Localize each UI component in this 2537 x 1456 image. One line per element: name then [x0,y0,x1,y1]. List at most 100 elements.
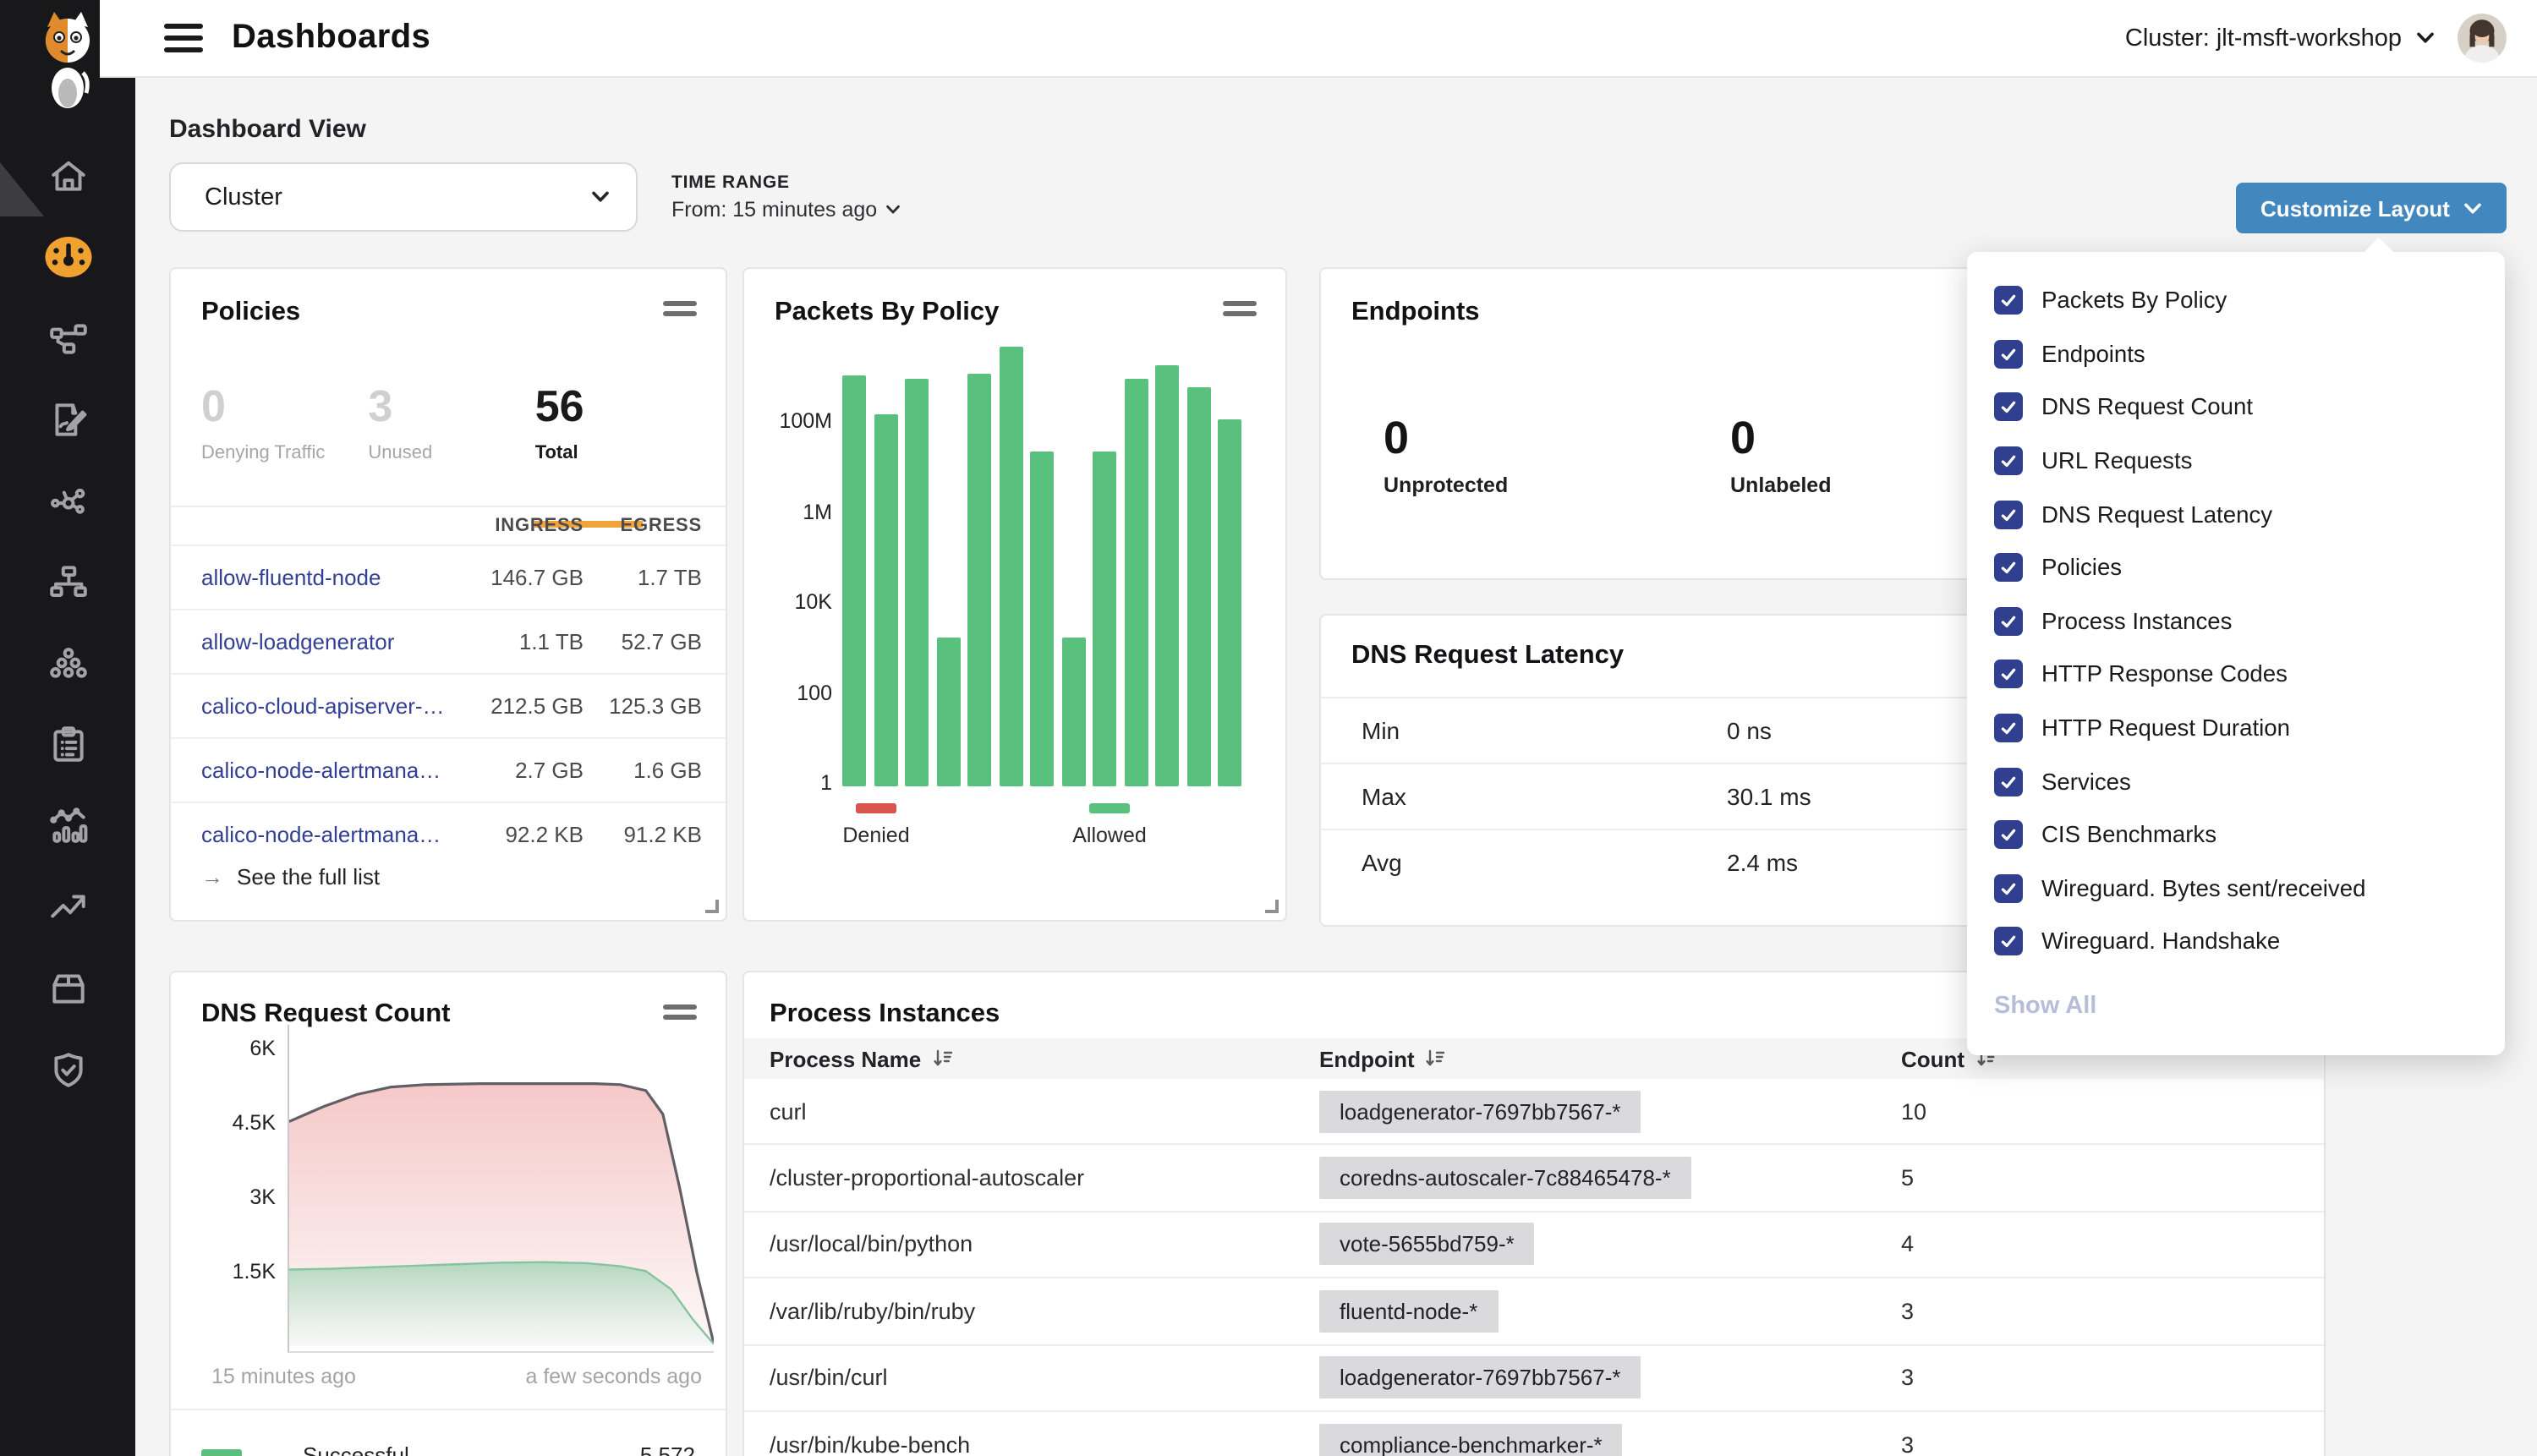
home-icon[interactable] [0,139,135,213]
show-all-link[interactable]: Show All [1994,992,2478,1019]
checkbox-checked-icon[interactable] [1994,393,2023,422]
cluster-selector[interactable]: Cluster: jlt-msft-workshop [2125,25,2434,52]
policy-table-row: calico-node-alertmana… 92.2 KB 91.2 KB [171,802,726,866]
checkbox-checked-icon[interactable] [1994,714,2023,742]
policy-link[interactable]: calico-node-alertmana… [201,822,441,847]
chevron-down-icon [2417,32,2434,44]
menu-item-label: URL Requests [2041,448,2192,473]
divider [171,1409,726,1410]
process-name: curl [770,1098,807,1124]
menu-item[interactable]: Policies [1994,541,2478,594]
policies-stats: 0 Denying Traffic 3 Unused 56 Total [201,370,702,506]
menu-item[interactable]: DNS Request Count [1994,380,2478,434]
policies-table: INGRESS EGRESS allow-fluentd-node 146.7 … [171,507,726,866]
menu-item[interactable]: Packets By Policy [1994,274,2478,327]
endpoint-chip: loadgenerator-7697bb7567-* [1319,1357,1641,1399]
menu-item[interactable]: Endpoints [1994,327,2478,380]
drag-handle-icon[interactable] [663,301,697,321]
time-range-picker[interactable]: TIME RANGE From: 15 minutes ago [671,172,899,222]
menu-item[interactable]: HTTP Request Duration [1994,702,2478,755]
policy-link[interactable]: calico-node-alertmana… [201,758,441,783]
process-count: 4 [1901,1232,1914,1257]
trend-up-icon[interactable] [0,869,135,944]
x-axis-label-start: 15 minutes ago [211,1365,356,1388]
process-table-row: /var/lib/ruby/bin/ruby fluentd-node-* 3 [744,1278,2324,1345]
network-policy-icon[interactable] [0,301,135,375]
shield-check-icon[interactable] [0,1032,135,1106]
customize-layout-button[interactable]: Customize Layout [2236,183,2507,233]
process-count: 5 [1901,1165,1914,1191]
policy-table-row: allow-fluentd-node 146.7 GB 1.7 TB [171,545,726,609]
dashboard-view-select[interactable]: Cluster [169,162,638,232]
latency-value: 2.4 ms [1727,849,1798,876]
stat-denying-traffic: 0 Denying Traffic [201,370,368,506]
menu-item[interactable]: HTTP Response Codes [1994,648,2478,701]
menu-item[interactable]: Process Instances [1994,594,2478,648]
drag-handle-icon[interactable] [1223,301,1257,321]
sort-endpoint[interactable]: Endpoint [1319,1046,1901,1071]
endpoint-chip: coredns-autoscaler-7c88465478-* [1319,1157,1691,1199]
latency-label: Min [1362,717,1400,744]
successful-count: 5,572 [640,1442,695,1456]
policy-edit-icon[interactable] [0,382,135,457]
process-name: /usr/bin/curl [770,1366,888,1391]
sort-process-name[interactable]: Process Name [744,1046,1319,1071]
checkbox-checked-icon[interactable] [1994,660,2023,689]
menu-toggle-icon[interactable] [164,24,203,52]
checkbox-checked-icon[interactable] [1994,287,2023,315]
clipboard-icon[interactable] [0,707,135,781]
molecule-icon[interactable] [0,463,135,538]
chevron-down-icon [592,191,609,203]
legend-denied: Denied [812,803,940,847]
process-card-title: Process Instances [770,999,1000,1030]
menu-item[interactable]: Wireguard. Handshake [1994,915,2478,968]
gauge-icon[interactable] [0,220,135,294]
checkbox-checked-icon[interactable] [1994,340,2023,369]
checkbox-checked-icon[interactable] [1994,554,2023,583]
process-count: 3 [1901,1431,1914,1456]
user-avatar[interactable] [2458,14,2507,63]
policy-ingress-value: 146.7 GB [448,565,584,590]
arrow-right-icon: → [201,864,223,889]
bar [874,415,897,787]
see-full-list-link[interactable]: →See the full list [201,864,380,889]
policy-link[interactable]: calico-cloud-apiserver-… [201,693,445,719]
x-axis-label-end: a few seconds ago [526,1365,703,1388]
legend-allowed: Allowed [1045,803,1174,847]
checkbox-checked-icon[interactable] [1994,607,2023,636]
stats-chart-icon[interactable] [0,788,135,862]
endpoint-chip: vote-5655bd759-* [1319,1223,1535,1266]
resize-handle[interactable] [1265,900,1279,913]
dns-latency-card-title: DNS Request Latency [1351,641,1624,671]
package-icon[interactable] [0,950,135,1025]
process-table-row: /cluster-proportional-autoscaler coredns… [744,1146,2324,1212]
hierarchy-icon[interactable] [0,545,135,619]
dashboard-view-value: Cluster [205,183,282,211]
y-tick: 10K [764,590,832,614]
cluster-circles-icon[interactable] [0,626,135,700]
area-chart [288,1025,714,1353]
checkbox-checked-icon[interactable] [1994,820,2023,849]
checkbox-checked-icon[interactable] [1994,767,2023,796]
drag-handle-icon[interactable] [663,1004,697,1025]
checkbox-checked-icon[interactable] [1994,500,2023,528]
policies-table-header: INGRESS EGRESS [171,507,726,545]
checkbox-checked-icon[interactable] [1994,928,2023,956]
policy-table-row: calico-cloud-apiserver-… 212.5 GB 125.3 … [171,673,726,737]
policy-link[interactable]: allow-fluentd-node [201,565,381,590]
main-content: Dashboard View Cluster TIME RANGE From: … [135,78,2537,1456]
process-name: /usr/bin/kube-bench [770,1431,970,1456]
menu-item[interactable]: CIS Benchmarks [1994,808,2478,862]
menu-item[interactable]: Wireguard. Bytes sent/received [1994,862,2478,915]
menu-item[interactable]: DNS Request Latency [1994,488,2478,541]
menu-item-label: Policies [2041,556,2122,581]
resize-handle[interactable] [705,900,719,913]
checkbox-checked-icon[interactable] [1994,874,2023,903]
menu-item[interactable]: URL Requests [1994,435,2478,488]
checkbox-checked-icon[interactable] [1994,446,2023,475]
topbar: Dashboards Cluster: jlt-msft-workshop [100,0,2537,78]
menu-item[interactable]: Services [1994,755,2478,808]
policy-link[interactable]: allow-loadgenerator [201,629,394,654]
process-table-row: /usr/local/bin/python vote-5655bd759-* 4 [744,1212,2324,1279]
menu-item-label: Wireguard. Bytes sent/received [2041,876,2365,901]
